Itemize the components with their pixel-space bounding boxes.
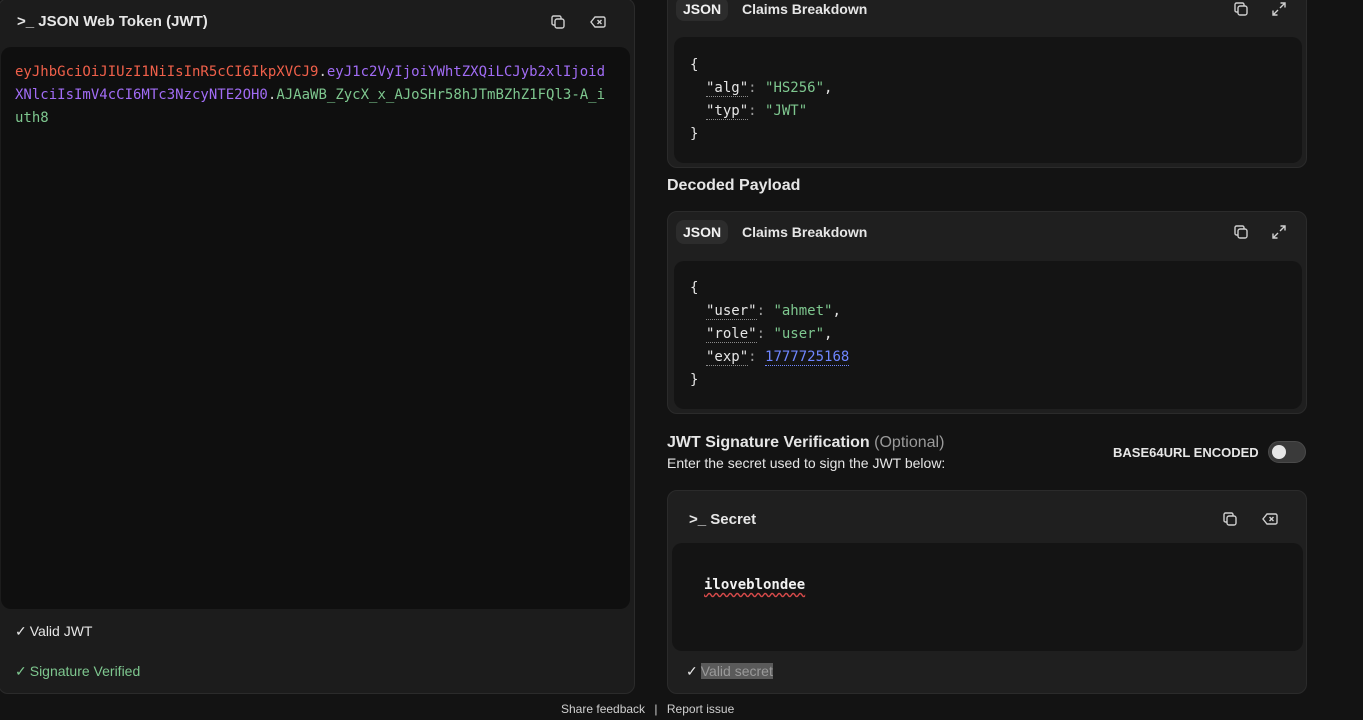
claim-line: "exp": 1777725168 xyxy=(706,349,850,366)
jwt-token-text: eyJhbGciOiJIUzI1NiIsInR5cCI6IkpXVCJ9.eyJ… xyxy=(15,64,606,126)
base64url-label: BASE64URL ENCODED xyxy=(1113,445,1259,460)
copy-icon[interactable] xyxy=(1219,508,1241,530)
decoded-header-panel: JSON Claims Breakdown { "alg": "HS256", … xyxy=(667,0,1307,168)
tab-json[interactable]: JSON xyxy=(676,220,729,244)
tab-claims-breakdown[interactable]: Claims Breakdown xyxy=(742,1,867,17)
check-icon: ✓ xyxy=(15,623,27,639)
claim-line: "alg": "HS256", xyxy=(706,80,833,97)
copy-icon[interactable] xyxy=(1230,0,1252,20)
claim-line: "typ": "JWT" xyxy=(706,103,808,120)
decoded-payload-panel: JSON Claims Breakdown { "user": "ahmet",… xyxy=(667,211,1307,414)
check-icon: ✓ xyxy=(686,663,698,679)
claim-line: "role": "user", xyxy=(706,326,833,343)
jwt-panel-title: >_ JSON Web Token (JWT) xyxy=(17,13,208,30)
verification-subtitle: Enter the secret used to sign the JWT be… xyxy=(667,455,946,471)
exp-timestamp[interactable]: 1777725168 xyxy=(765,349,850,366)
share-feedback-link[interactable]: Share feedback xyxy=(561,702,645,716)
jwt-token-textarea[interactable]: eyJhbGciOiJIUzI1NiIsInR5cCI6IkpXVCJ9.eyJ… xyxy=(1,47,630,609)
footer-links: Share feedback | Report issue xyxy=(561,702,735,716)
expand-icon[interactable] xyxy=(1268,0,1290,20)
expand-icon[interactable] xyxy=(1268,221,1290,243)
header-json-view: { "alg": "HS256", "typ": "JWT" } xyxy=(674,37,1302,163)
copy-icon[interactable] xyxy=(547,11,569,33)
valid-jwt-status: ✓ Valid JWT xyxy=(15,623,93,639)
terminal-icon: >_ xyxy=(689,511,707,528)
secret-value: iloveblondee xyxy=(704,577,806,593)
terminal-icon: >_ xyxy=(17,13,35,30)
signature-verified-status: ✓ Signature Verified xyxy=(15,663,141,679)
payload-json-view: { "user": "ahmet", "role": "user", "exp"… xyxy=(674,261,1302,409)
verification-heading: JWT Signature Verification (Optional) xyxy=(667,434,945,451)
toggle-knob xyxy=(1272,445,1286,459)
base64url-toggle[interactable] xyxy=(1268,441,1306,463)
tab-claims-breakdown[interactable]: Claims Breakdown xyxy=(742,224,867,240)
clear-icon[interactable] xyxy=(587,11,609,33)
decoded-payload-heading: Decoded Payload xyxy=(667,177,801,194)
report-issue-link[interactable]: Report issue xyxy=(667,702,734,716)
secret-title: >_ Secret xyxy=(689,511,757,528)
tab-json[interactable]: JSON xyxy=(676,0,729,21)
copy-icon[interactable] xyxy=(1230,221,1252,243)
secret-input[interactable]: iloveblondee xyxy=(672,543,1303,651)
secret-panel: >_ Secret iloveblondee ✓ Valid secret xyxy=(667,490,1307,694)
clear-icon[interactable] xyxy=(1259,508,1281,530)
check-icon: ✓ xyxy=(15,663,27,679)
valid-secret-status: ✓ Valid secret xyxy=(686,663,773,679)
token-header-part: eyJhbGciOiJIUzI1NiIsInR5cCI6IkpXVCJ9 xyxy=(15,64,319,80)
jwt-input-panel: >_ JSON Web Token (JWT) eyJhbGciOiJIUzI1… xyxy=(0,0,635,694)
claim-line: "user": "ahmet", xyxy=(706,303,841,320)
